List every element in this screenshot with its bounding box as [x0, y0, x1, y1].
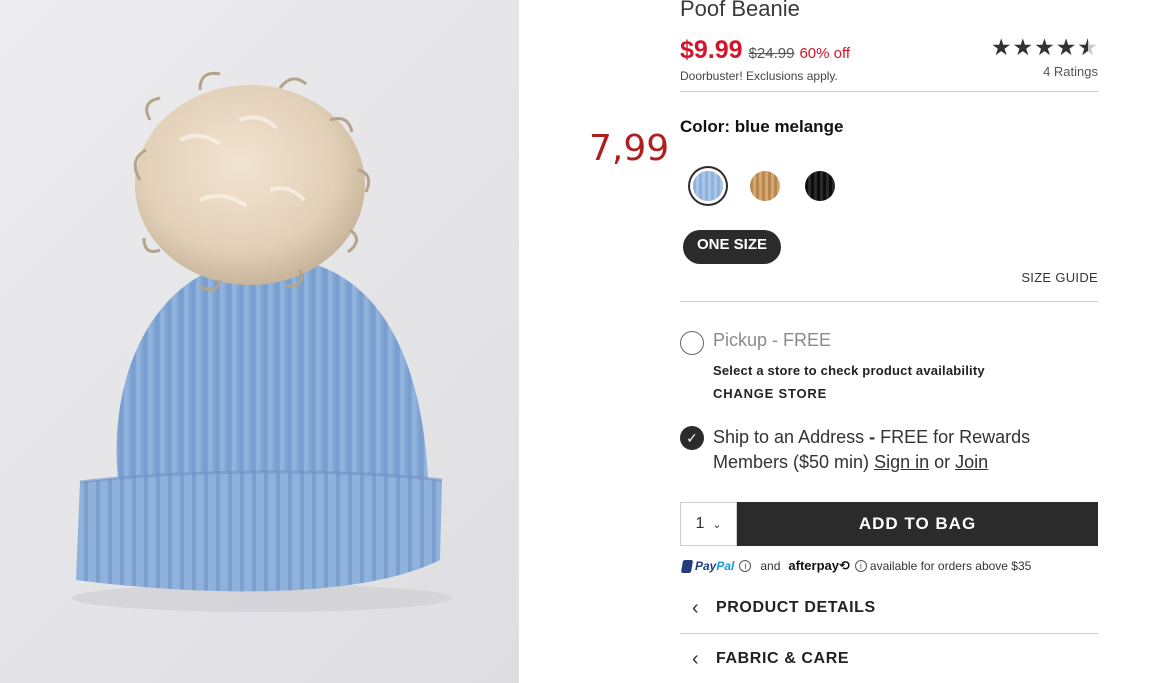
add-to-bag-button[interactable]: ADD TO BAG [737, 502, 1098, 546]
check-icon: ✓ [686, 430, 698, 446]
afterpay-text: afterpay [788, 558, 839, 573]
swatch-blue-melange[interactable] [693, 171, 723, 201]
chevron-left-icon: ‹ [692, 597, 699, 619]
price-row: $9.99 $24.99 60% off [680, 36, 850, 65]
doorbuster-note: Doorbuster! Exclusions apply. [680, 69, 838, 83]
accordion-fabric-care[interactable]: ‹ FABRIC & CARE [680, 635, 1098, 683]
beanie-illustration [72, 71, 452, 612]
paypal-logo: PayPal [680, 559, 735, 573]
paypal-text-a: Pay [695, 559, 717, 573]
swatch-black[interactable] [805, 171, 835, 201]
star-icon: ★ [1055, 34, 1077, 60]
product-image[interactable] [0, 0, 519, 683]
quantity-value: 1 [695, 515, 705, 532]
product-title: Poof Beanie [680, 0, 800, 21]
sale-price: $9.99 [680, 36, 743, 64]
discount-label: 60% off [799, 45, 851, 62]
payment-options: PayPal i and afterpay⟲ i available for o… [680, 558, 1032, 574]
change-store-link[interactable]: CHANGE STORE [713, 386, 827, 401]
accordion-label: FABRIC & CARE [716, 650, 850, 667]
accordion-label: PRODUCT DETAILS [716, 599, 876, 616]
size-guide-link[interactable]: SIZE GUIDE [1021, 270, 1098, 285]
pickup-radio[interactable] [680, 331, 704, 355]
pickup-separator: - [767, 330, 784, 350]
ship-option[interactable]: Ship to an Address - FREE for Rewards Me… [713, 425, 1063, 475]
divider [680, 91, 1098, 92]
quantity-select[interactable]: 1 ⌄ [680, 502, 737, 546]
accordion-product-details[interactable]: ‹ PRODUCT DETAILS [680, 584, 1098, 632]
divider [680, 301, 1098, 302]
pickup-note: Select a store to check product availabi… [713, 363, 985, 378]
paypal-text-b: Pal [716, 559, 735, 573]
join-link[interactable]: Join [955, 452, 988, 472]
payment-note: available for orders above $35 [869, 559, 1032, 573]
ship-dash: - [864, 427, 881, 447]
pickup-title: Pickup [713, 330, 768, 350]
chevron-left-icon: ‹ [692, 648, 699, 670]
swatch-tan[interactable] [750, 171, 780, 201]
ratings[interactable]: ★ ★ ★ ★ ★★ 4 Ratings [991, 36, 1098, 80]
sign-in-link[interactable]: Sign in [874, 452, 929, 472]
ship-or: or [934, 452, 951, 472]
alt-price-label: 7,99 [589, 128, 670, 169]
afterpay-logo: afterpay⟲ [788, 558, 849, 574]
pickup-price: FREE [783, 330, 832, 350]
size-one-size-button[interactable]: ONE SIZE [683, 230, 782, 264]
chevron-down-icon: ⌄ [712, 518, 722, 531]
paypal-info-icon[interactable]: i [739, 560, 752, 572]
afterpay-icon: ⟲ [838, 558, 850, 573]
half-star-icon: ★★ [1077, 34, 1098, 60]
afterpay-info-icon[interactable]: i [854, 560, 867, 572]
payment-and: and [760, 559, 781, 573]
rating-count[interactable]: 4 Ratings [991, 64, 1098, 79]
divider [680, 633, 1098, 634]
regular-price: $24.99 [748, 45, 795, 62]
star-icon: ★ [990, 34, 1012, 60]
color-label: Color: blue melange [680, 117, 844, 136]
star-icon: ★ [1034, 34, 1055, 60]
pickup-label[interactable]: Pickup - FREE [713, 330, 831, 351]
star-icon: ★ [1012, 34, 1034, 60]
ship-radio[interactable]: ✓ [680, 426, 704, 450]
ship-title: Ship to an Address [713, 427, 865, 447]
paypal-icon [680, 559, 694, 573]
star-rating: ★ ★ ★ ★ ★★ [991, 36, 1098, 59]
